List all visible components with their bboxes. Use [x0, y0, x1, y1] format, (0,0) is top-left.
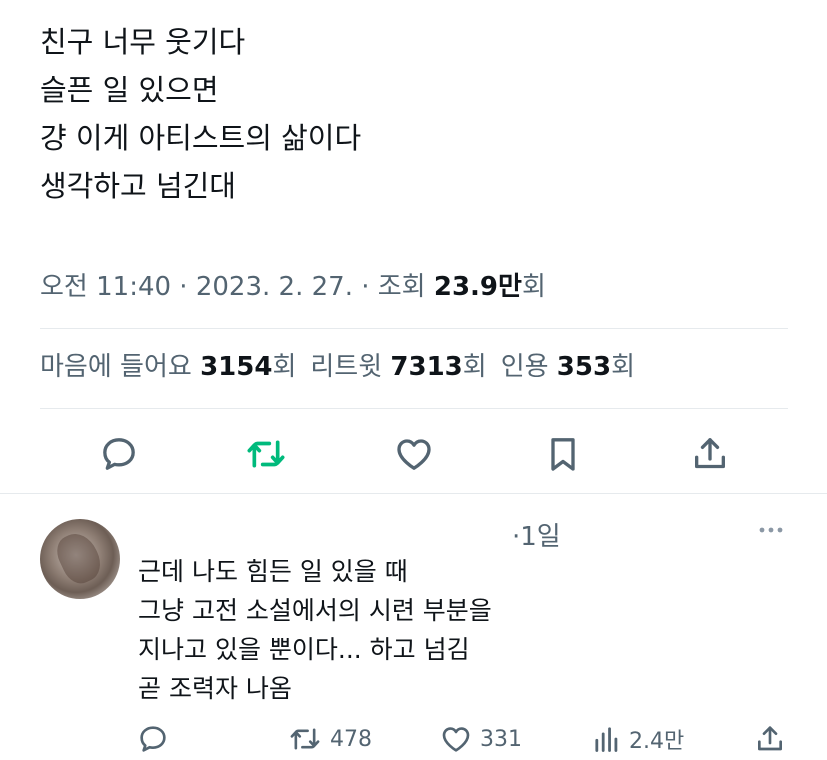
likes-stat[interactable]: 마음에 들어요 3154회 [40, 352, 296, 382]
reply-line: 근데 나도 힘든 일 있을 때 [138, 557, 408, 586]
bookmark-button[interactable] [541, 432, 585, 476]
reply-retweet-button[interactable]: 478 [288, 720, 372, 758]
share-icon [695, 438, 725, 469]
reply-icon [103, 438, 135, 470]
tweet-line: 생각하고 넘긴대 [40, 169, 236, 203]
reply-share-button[interactable] [754, 720, 794, 758]
tweet-line: 걍 이게 아티스트의 삶이다 [40, 121, 362, 155]
views-chart-icon [595, 727, 618, 752]
reply-reply-button[interactable] [137, 720, 177, 758]
likes-suffix: 회 [272, 352, 297, 382]
likes-count: 3154 [200, 352, 273, 382]
tweet-line: 슬픈 일 있으면 [40, 73, 219, 107]
reply-views-count: 2.4만 [629, 729, 685, 754]
quotes-stat[interactable]: 인용 353회 [501, 352, 635, 382]
tweet-action-bar [0, 428, 827, 478]
quotes-count: 353 [556, 352, 612, 382]
like-button[interactable] [392, 432, 436, 476]
avatar[interactable] [40, 519, 120, 599]
bookmark-icon [551, 438, 575, 471]
share-button[interactable] [688, 432, 732, 476]
tweet-time[interactable]: 오전 11:40 [40, 272, 171, 302]
retweet-icon [247, 440, 285, 468]
quotes-suffix: 회 [611, 352, 635, 382]
like-icon [442, 727, 470, 752]
retweet-button[interactable] [244, 432, 288, 476]
reply-timestamp[interactable]: ·1일 [512, 516, 561, 553]
views-suffix: 회 [521, 272, 546, 302]
reply-icon [140, 726, 166, 752]
views-count: 23.9만 [433, 272, 522, 302]
tweet-meta: 오전 11:40 · 2023. 2. 27. · 조회 23.9만회 [40, 266, 546, 303]
retweets-count: 7313 [390, 352, 463, 382]
reply-line: 곧 조력자 나옴 [138, 674, 292, 703]
retweets-label: 리트윗 [310, 352, 391, 382]
reply-line: 그냥 고전 소설에서의 시련 부분을 [138, 596, 492, 625]
likes-label: 마음에 들어요 [40, 352, 201, 382]
more-icon [759, 527, 783, 533]
retweets-suffix: 회 [462, 352, 487, 382]
reply-line: 지나고 있을 뿐이다... 하고 넘김 [138, 635, 470, 664]
tweet-text: 친구 너무 웃기다 슬픈 일 있으면 걍 이게 아티스트의 삶이다 생각하고 넘… [40, 18, 780, 210]
reply-retweet-count: 478 [330, 726, 372, 752]
section-divider [0, 493, 827, 494]
meta-separator: · [352, 272, 378, 302]
share-icon [758, 726, 782, 751]
more-options-button[interactable] [757, 520, 785, 540]
quotes-label: 인용 [500, 352, 557, 382]
redacted-username [140, 530, 500, 540]
views-label: 조회 [377, 272, 434, 302]
divider [40, 328, 788, 329]
reply-button[interactable] [97, 432, 141, 476]
meta-separator: · [171, 272, 196, 302]
reply-action-bar: 478 331 2.4만 [0, 718, 827, 760]
retweets-stat[interactable]: 리트윗 7313회 [310, 352, 486, 382]
tweet-date[interactable]: 2023. 2. 27. [196, 272, 353, 302]
like-icon [397, 439, 431, 470]
divider [40, 408, 788, 409]
reply-header: ·1일 [140, 514, 780, 553]
reply-like-count: 331 [480, 726, 522, 752]
retweet-icon [290, 728, 320, 750]
reply-text: 근데 나도 힘든 일 있을 때 그냥 고전 소설에서의 시련 부분을 지나고 있… [138, 552, 778, 708]
tweet-line: 친구 너무 웃기다 [40, 25, 246, 59]
reply-views-button[interactable]: 2.4만 [593, 720, 684, 758]
reply-like-button[interactable]: 331 [440, 720, 522, 758]
tweet-stats: 마음에 들어요 3154회 리트윗 7313회 인용 353회 [40, 346, 635, 383]
